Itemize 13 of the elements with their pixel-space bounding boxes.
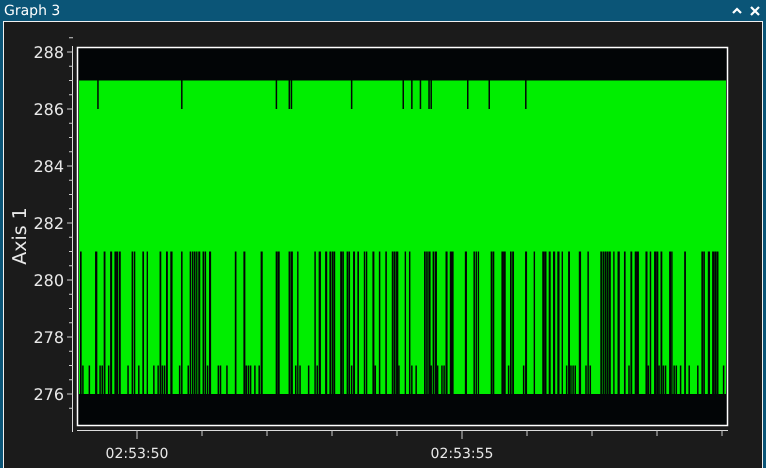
tick-label: 286 <box>33 100 64 119</box>
tick-label: 280 <box>33 271 64 290</box>
tick-label: 284 <box>33 157 64 176</box>
tick-label: 02:53:50 <box>106 446 168 462</box>
tick-label: 278 <box>33 328 64 347</box>
tick-label: 276 <box>33 385 64 404</box>
tick-label: 02:53:55 <box>430 446 494 462</box>
tick-label: 288 <box>33 43 64 62</box>
window-title: Graph 3 <box>4 2 60 18</box>
tick-label: 282 <box>33 214 64 233</box>
axis-title: Axis 1 <box>9 207 31 265</box>
collapse-icon[interactable] <box>732 6 742 14</box>
close-icon[interactable] <box>750 6 760 16</box>
